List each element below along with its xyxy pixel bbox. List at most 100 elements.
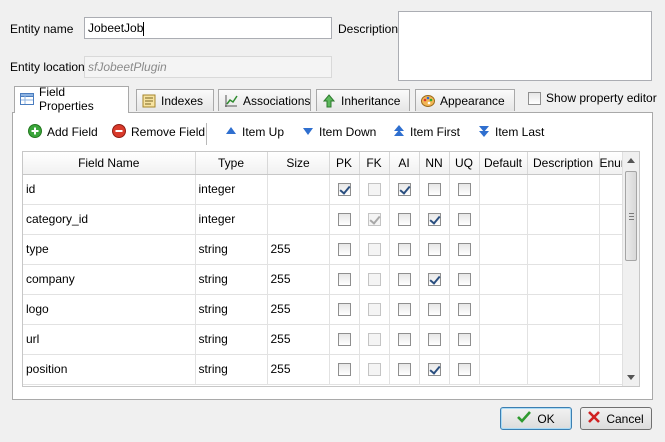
vertical-scrollbar[interactable] (622, 152, 639, 386)
ai-checkbox[interactable] (397, 303, 411, 317)
ai-checkbox[interactable] (397, 213, 411, 227)
cell-default[interactable] (479, 324, 528, 355)
cell-name[interactable]: logo (23, 294, 196, 325)
cell-enum[interactable] (599, 174, 624, 205)
column-header[interactable]: FK (359, 152, 390, 175)
pk-checkbox[interactable] (337, 183, 351, 197)
nn-checkbox[interactable] (427, 213, 441, 227)
cell-default[interactable] (479, 174, 528, 205)
tab-indexes[interactable]: Indexes (136, 89, 214, 111)
tab-appearance[interactable]: Appearance (415, 89, 515, 111)
nn-checkbox[interactable] (427, 363, 441, 377)
cell-description[interactable] (527, 204, 600, 235)
table-row[interactable]: url string 255 (23, 324, 624, 355)
cell-type[interactable]: integer (195, 204, 268, 235)
column-header[interactable]: Field Name (23, 152, 196, 175)
cell-description[interactable] (527, 234, 600, 265)
cell-enum[interactable] (599, 324, 624, 355)
item-down-button[interactable]: Item Down (302, 121, 376, 143)
uq-checkbox[interactable] (457, 243, 471, 257)
tab-inheritance[interactable]: Inheritance (316, 89, 410, 111)
pk-checkbox[interactable] (337, 213, 351, 227)
item-last-button[interactable]: Item Last (478, 121, 544, 143)
uq-checkbox[interactable] (457, 273, 471, 287)
uq-checkbox[interactable] (457, 363, 471, 377)
cell-size[interactable]: 255 (267, 354, 330, 385)
uq-checkbox[interactable] (457, 213, 471, 227)
cell-description[interactable] (527, 324, 600, 355)
cell-enum[interactable] (599, 204, 624, 235)
show-property-editor-checkbox[interactable]: Show property editor (528, 91, 657, 105)
cell-type[interactable]: string (195, 324, 268, 355)
cell-size[interactable]: 255 (267, 234, 330, 265)
cell-default[interactable] (479, 204, 528, 235)
table-row[interactable]: position string 255 (23, 354, 624, 385)
cell-type[interactable]: integer (195, 174, 268, 205)
nn-checkbox[interactable] (427, 183, 441, 197)
fields-grid[interactable]: Field Name Type Size PK FK AI NN UQ Default Descr… (22, 151, 640, 387)
cell-enum[interactable] (599, 294, 624, 325)
cell-size[interactable]: 255 (267, 294, 330, 325)
column-header[interactable]: Size (267, 152, 330, 175)
cell-default[interactable] (479, 294, 528, 325)
item-up-button[interactable]: Item Up (225, 121, 284, 143)
cell-name[interactable]: url (23, 324, 196, 355)
item-first-button[interactable]: Item First (393, 121, 460, 143)
table-row[interactable]: company string 255 (23, 264, 624, 295)
nn-checkbox[interactable] (427, 273, 441, 287)
uq-checkbox[interactable] (457, 333, 471, 347)
tab-associations[interactable]: Associations (218, 89, 311, 111)
column-header[interactable]: UQ (449, 152, 480, 175)
cell-type[interactable]: string (195, 354, 268, 385)
cell-description[interactable] (527, 294, 600, 325)
table-row[interactable]: type string 255 (23, 234, 624, 265)
checkbox-box[interactable] (528, 91, 541, 105)
add-field-button[interactable]: Add Field (28, 121, 98, 143)
nn-checkbox[interactable] (427, 243, 441, 257)
ai-checkbox[interactable] (397, 333, 411, 347)
cell-name[interactable]: type (23, 234, 196, 265)
cell-size[interactable]: 255 (267, 264, 330, 295)
column-header[interactable]: Description (527, 152, 600, 175)
nn-checkbox[interactable] (427, 333, 441, 347)
scrollbar-thumb[interactable] (625, 171, 637, 261)
cell-name[interactable]: category_id (23, 204, 196, 235)
scroll-down-icon[interactable] (627, 375, 635, 380)
uq-checkbox[interactable] (457, 183, 471, 197)
cell-size[interactable] (267, 174, 330, 205)
cell-type[interactable]: string (195, 234, 268, 265)
cell-enum[interactable] (599, 234, 624, 265)
cell-enum[interactable] (599, 264, 624, 295)
cell-size[interactable] (267, 204, 330, 235)
ai-checkbox[interactable] (397, 273, 411, 287)
ai-checkbox[interactable] (397, 183, 411, 197)
description-textarea[interactable] (398, 11, 652, 81)
cell-default[interactable] (479, 234, 528, 265)
cell-name[interactable]: company (23, 264, 196, 295)
column-header[interactable]: AI (389, 152, 420, 175)
column-header[interactable]: Enum (599, 152, 624, 175)
pk-checkbox[interactable] (337, 273, 351, 287)
pk-checkbox[interactable] (337, 363, 351, 377)
cell-size[interactable]: 255 (267, 324, 330, 355)
entity-name-input[interactable]: JobeetJob (84, 17, 332, 39)
scroll-up-icon[interactable] (627, 158, 635, 163)
column-header[interactable]: NN (419, 152, 450, 175)
uq-checkbox[interactable] (457, 303, 471, 317)
cell-description[interactable] (527, 354, 600, 385)
table-row[interactable]: category_id integer (23, 204, 624, 235)
remove-field-button[interactable]: Remove Field (112, 121, 205, 143)
ai-checkbox[interactable] (397, 243, 411, 257)
pk-checkbox[interactable] (337, 243, 351, 257)
cell-type[interactable]: string (195, 294, 268, 325)
cell-enum[interactable] (599, 354, 624, 385)
cell-description[interactable] (527, 264, 600, 295)
cell-default[interactable] (479, 264, 528, 295)
cell-description[interactable] (527, 174, 600, 205)
ok-button[interactable]: OK (500, 407, 572, 430)
table-row[interactable]: logo string 255 (23, 294, 624, 325)
pk-checkbox[interactable] (337, 333, 351, 347)
column-header[interactable]: Default (479, 152, 528, 175)
nn-checkbox[interactable] (427, 303, 441, 317)
column-header[interactable]: Type (195, 152, 268, 175)
